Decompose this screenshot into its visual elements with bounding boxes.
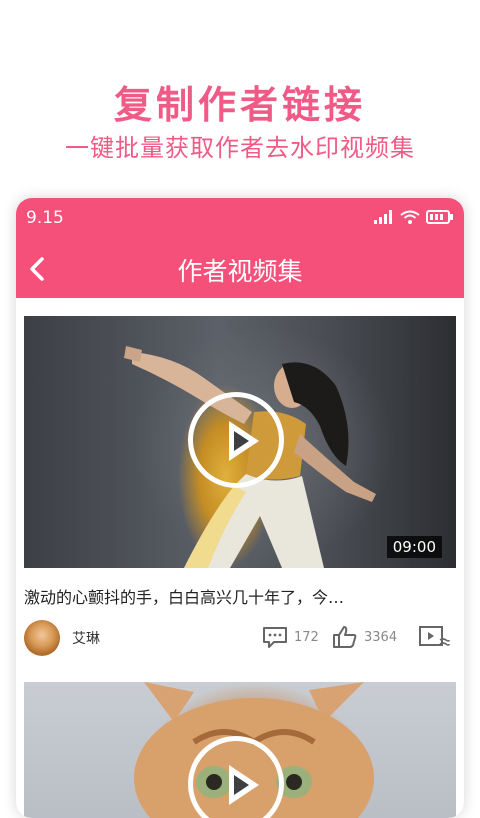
- author-avatar[interactable]: [24, 620, 60, 656]
- status-icons: [374, 208, 454, 226]
- play-icon: [229, 765, 259, 805]
- promo-title: 复制作者链接: [113, 83, 366, 127]
- comment-button[interactable]: 172: [262, 622, 319, 652]
- play-icon: [229, 421, 259, 461]
- author-name[interactable]: 艾琳: [72, 628, 100, 648]
- video-duration: 09:00: [386, 536, 442, 558]
- video-thumbnail[interactable]: [24, 682, 456, 818]
- video-download-button[interactable]: [418, 624, 450, 654]
- app-bar: 9.15 作者视频集: [16, 198, 464, 298]
- like-count: 3364: [364, 629, 398, 645]
- video-thumbnail[interactable]: 09:00: [24, 316, 456, 568]
- video-caption[interactable]: 激动的心颤抖的手，白白高兴几十年了，今…: [24, 584, 456, 608]
- comment-icon: [263, 627, 287, 648]
- status-time: 9.15: [26, 208, 64, 228]
- video-meta-row: 艾琳 172 3364: [24, 618, 456, 658]
- phone-frame: 9.15 作者视频集 09:00 激动的心颤抖的手，白白高兴几十年了，今… 艾琳…: [16, 198, 464, 818]
- promo-subtitle: 一键批量获取作者去水印视频集: [65, 134, 415, 162]
- wifi-icon: [400, 210, 420, 224]
- page-title: 作者视频集: [177, 257, 303, 286]
- thumbs-up-icon: [333, 626, 357, 648]
- signal-icon: [374, 210, 392, 224]
- comment-count: 172: [294, 629, 319, 645]
- like-button[interactable]: 3364: [332, 622, 397, 652]
- battery-icon: [426, 210, 453, 224]
- video-download-icon: [419, 626, 450, 646]
- play-button[interactable]: [188, 392, 284, 488]
